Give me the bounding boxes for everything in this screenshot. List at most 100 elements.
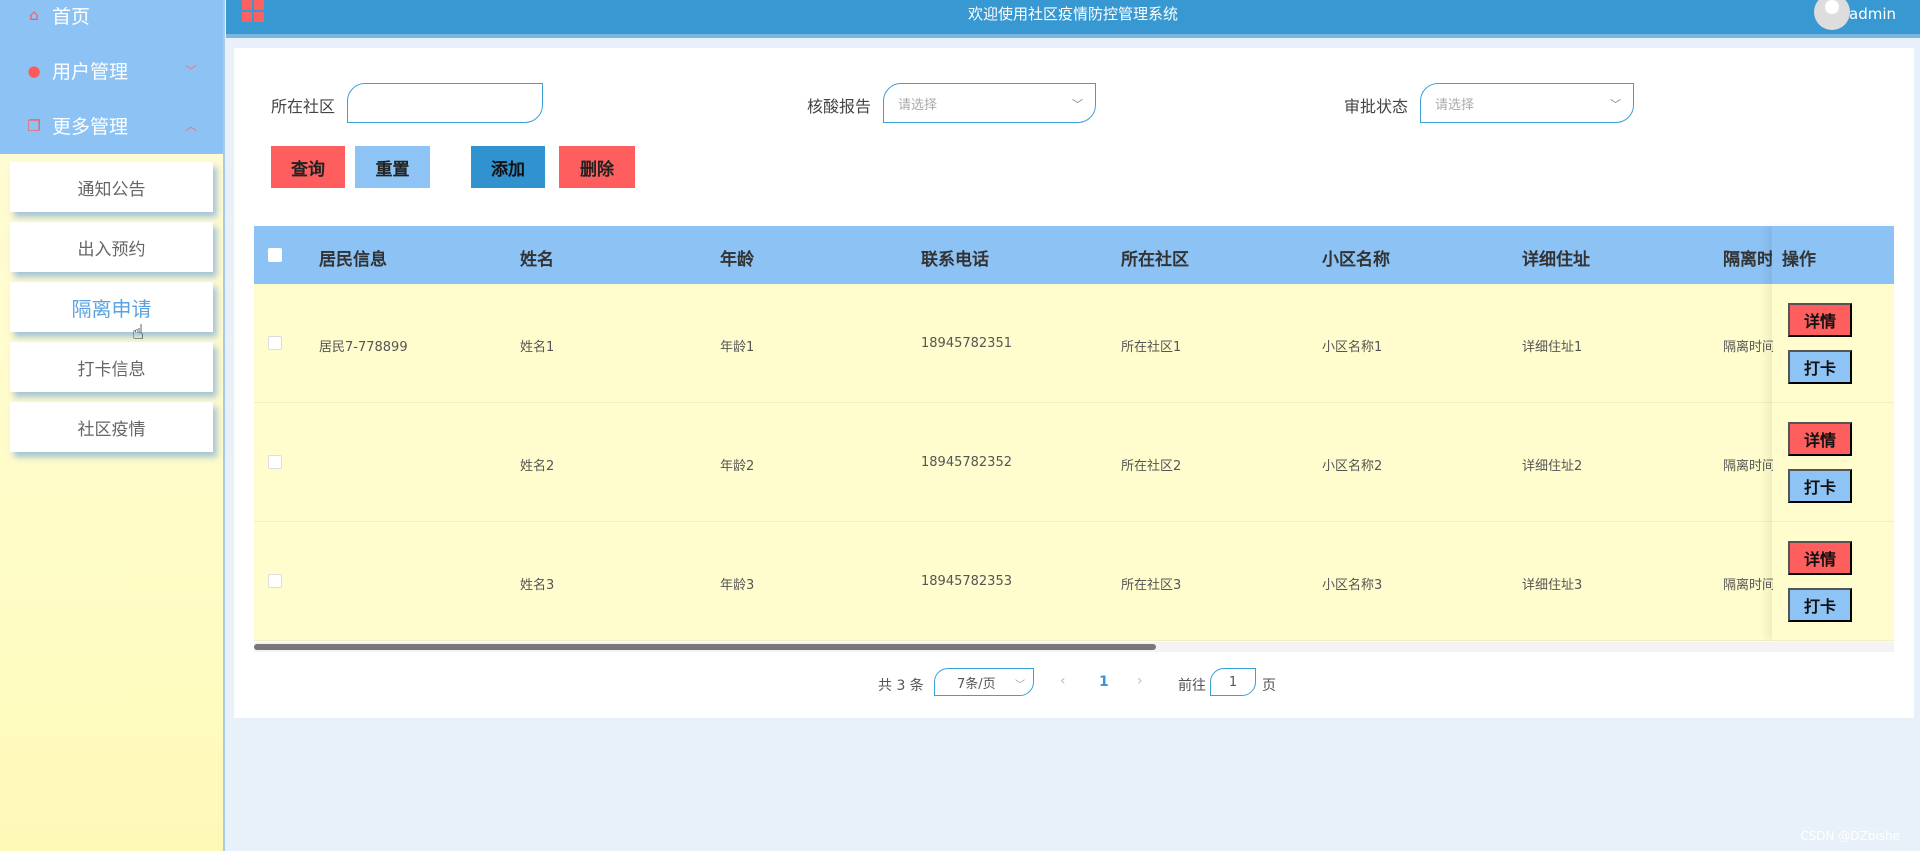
cell-resident: 居民7-778899 bbox=[319, 340, 408, 355]
column-header[interactable]: 隔离时间 bbox=[1723, 245, 1773, 270]
reset-button[interactable]: 重置 bbox=[355, 146, 430, 188]
detail-button[interactable]: 详情 bbox=[1788, 541, 1852, 575]
checkin-button[interactable]: 打卡 bbox=[1788, 469, 1852, 503]
column-header: 操作 bbox=[1782, 250, 1816, 270]
nucleic-report-select[interactable]: 请选择 ﹀ bbox=[883, 83, 1096, 123]
community-input[interactable] bbox=[347, 83, 543, 123]
chevron-down-icon: ﹀ bbox=[1610, 98, 1621, 111]
scrollbar-thumb[interactable] bbox=[254, 644, 1156, 650]
column-header[interactable]: 居民信息 bbox=[319, 245, 387, 270]
column-header[interactable]: 所在社区 bbox=[1121, 245, 1189, 270]
top-header: 欢迎使用社区疫情防控管理系统 admin bbox=[226, 0, 1920, 38]
chevron-down-icon: ﹀ bbox=[1015, 680, 1025, 691]
cell-age: 年龄1 bbox=[720, 340, 755, 355]
chevron-up-icon: ︿ bbox=[184, 119, 197, 133]
select-placeholder: 请选择 bbox=[1435, 97, 1475, 113]
column-header[interactable]: 详细住址 bbox=[1522, 245, 1590, 270]
delete-button[interactable]: 删除 bbox=[559, 146, 635, 188]
submenu-item-community-epidemic[interactable]: 社区疫情 bbox=[10, 402, 213, 452]
menu-item-label: 用户管理 bbox=[52, 61, 129, 83]
cell-estate: 小区名称1 bbox=[1322, 340, 1383, 355]
cell-name: 姓名1 bbox=[520, 340, 555, 355]
avatar[interactable] bbox=[1814, 0, 1850, 30]
table-row[interactable]: 姓名3 年龄3 18945782353 所在社区3 小区名称3 详细住址3 隔离… bbox=[254, 522, 1894, 641]
filter-bar: 所在社区 核酸报告 请选择 ﹀ 审批状态 请选择 ﹀ bbox=[234, 83, 1914, 125]
cell-isolation-time: 隔离时间3 bbox=[1723, 578, 1773, 593]
cell-phone: 18945782352 bbox=[921, 455, 1012, 470]
menu-item-label: 首页 bbox=[52, 5, 91, 28]
cell-address: 详细住址2 bbox=[1522, 459, 1583, 474]
page-size-value: 7条/页 bbox=[957, 676, 996, 692]
page-size-select[interactable]: 7条/页 ﹀ bbox=[934, 668, 1034, 696]
watermark: CSDN @DZbishe bbox=[1800, 829, 1900, 843]
cell-phone: 18945782353 bbox=[921, 574, 1012, 589]
checkin-button[interactable]: 打卡 bbox=[1788, 350, 1852, 384]
detail-button[interactable]: 详情 bbox=[1788, 422, 1852, 456]
cell-address: 详细住址3 bbox=[1522, 578, 1583, 593]
next-page-button[interactable]: › bbox=[1137, 673, 1143, 689]
approval-status-label: 审批状态 bbox=[1344, 97, 1409, 116]
query-button[interactable]: 查询 bbox=[271, 146, 345, 188]
cell-isolation-time: 隔离时间2 bbox=[1723, 459, 1773, 474]
cell-estate: 小区名称2 bbox=[1322, 459, 1383, 474]
page-number[interactable]: 1 bbox=[1099, 674, 1109, 690]
data-table: 居民信息 姓名 年龄 联系电话 所在社区 小区名称 详细住址 隔离时间 居民7-… bbox=[254, 226, 1894, 641]
goto-label: 前往 bbox=[1178, 678, 1206, 694]
submenu: 通知公告 出入预约 隔离申请 打卡信息 社区疫情 bbox=[0, 154, 223, 452]
row-checkbox[interactable] bbox=[268, 336, 282, 350]
sidebar-menu: ⌂ 首页 ● 用户管理 ﹀ ❐ 更多管理 ︿ bbox=[0, 0, 223, 154]
column-header[interactable]: 联系电话 bbox=[921, 245, 989, 270]
community-label: 所在社区 bbox=[271, 97, 336, 116]
menu-item-label: 更多管理 bbox=[52, 116, 129, 138]
checkin-button[interactable]: 打卡 bbox=[1788, 588, 1852, 622]
page-suffix: 页 bbox=[1262, 678, 1276, 694]
cell-name: 姓名3 bbox=[520, 578, 555, 593]
column-header[interactable]: 小区名称 bbox=[1322, 245, 1390, 270]
menu-item-user-management[interactable]: ● 用户管理 ﹀ bbox=[0, 43, 223, 98]
select-all-checkbox[interactable] bbox=[268, 248, 282, 262]
column-header[interactable]: 年龄 bbox=[720, 245, 754, 270]
detail-button[interactable]: 详情 bbox=[1788, 303, 1852, 337]
pointer-cursor-icon: ☝ bbox=[132, 320, 145, 344]
row-checkbox[interactable] bbox=[268, 455, 282, 469]
add-button[interactable]: 添加 bbox=[471, 146, 545, 188]
menu-item-more-management[interactable]: ❐ 更多管理 ︿ bbox=[0, 98, 223, 153]
cell-isolation-time: 隔离时间1 bbox=[1723, 340, 1773, 355]
home-icon: ⌂ bbox=[29, 6, 39, 24]
menu-item-home[interactable]: ⌂ 首页 bbox=[0, 0, 223, 30]
submenu-item-checkin-info[interactable]: 打卡信息 bbox=[10, 342, 213, 392]
cell-age: 年龄2 bbox=[720, 459, 755, 474]
nucleic-report-label: 核酸报告 bbox=[807, 97, 872, 116]
cell-community: 所在社区1 bbox=[1121, 340, 1182, 355]
table-row[interactable]: 居民7-778899 姓名1 年龄1 18945782351 所在社区1 小区名… bbox=[254, 284, 1894, 403]
prev-page-button[interactable]: ‹ bbox=[1060, 673, 1066, 689]
submenu-item-isolation-application[interactable]: 隔离申请 bbox=[10, 282, 213, 332]
select-placeholder: 请选择 bbox=[898, 97, 938, 113]
pagination: 共 3 条 7条/页 ﹀ ‹ 1 › 前往 1 页 bbox=[234, 668, 1914, 698]
cell-community: 所在社区2 bbox=[1121, 459, 1182, 474]
operations-column: 操作 详情 打卡 详情 打卡 详情 打卡 bbox=[1772, 226, 1894, 641]
approval-status-select[interactable]: 请选择 ﹀ bbox=[1420, 83, 1634, 123]
cell-age: 年龄3 bbox=[720, 578, 755, 593]
cell-estate: 小区名称3 bbox=[1322, 578, 1383, 593]
chevron-down-icon: ﹀ bbox=[1072, 98, 1083, 111]
submenu-item-notice[interactable]: 通知公告 bbox=[10, 162, 213, 212]
table-row[interactable]: 姓名2 年龄2 18945782352 所在社区2 小区名称2 详细住址2 隔离… bbox=[254, 403, 1894, 522]
column-header[interactable]: 姓名 bbox=[520, 245, 554, 270]
chevron-down-icon: ﹀ bbox=[184, 64, 197, 78]
row-checkbox[interactable] bbox=[268, 574, 282, 588]
horizontal-scrollbar[interactable] bbox=[254, 642, 1894, 652]
main-panel: 所在社区 核酸报告 请选择 ﹀ 审批状态 请选择 ﹀ 查询 重置 添加 删除 居… bbox=[234, 48, 1914, 718]
cell-address: 详细住址1 bbox=[1522, 340, 1583, 355]
page-title: 欢迎使用社区疫情防控管理系统 bbox=[967, 5, 1178, 23]
cell-name: 姓名2 bbox=[520, 459, 555, 474]
cell-phone: 18945782351 bbox=[921, 336, 1012, 351]
goto-page-input[interactable]: 1 bbox=[1210, 668, 1256, 696]
cell-community: 所在社区3 bbox=[1121, 578, 1182, 593]
username[interactable]: admin bbox=[1849, 5, 1896, 23]
table-header: 居民信息 姓名 年龄 联系电话 所在社区 小区名称 详细住址 隔离时间 bbox=[254, 226, 1894, 284]
submenu-item-access-booking[interactable]: 出入预约 bbox=[10, 222, 213, 272]
user-icon: ● bbox=[27, 61, 41, 80]
sidebar: ⌂ 首页 ● 用户管理 ﹀ ❐ 更多管理 ︿ 通知公告 出入预约 隔离申请 打卡… bbox=[0, 0, 225, 851]
operations-header: 操作 bbox=[1772, 226, 1894, 284]
